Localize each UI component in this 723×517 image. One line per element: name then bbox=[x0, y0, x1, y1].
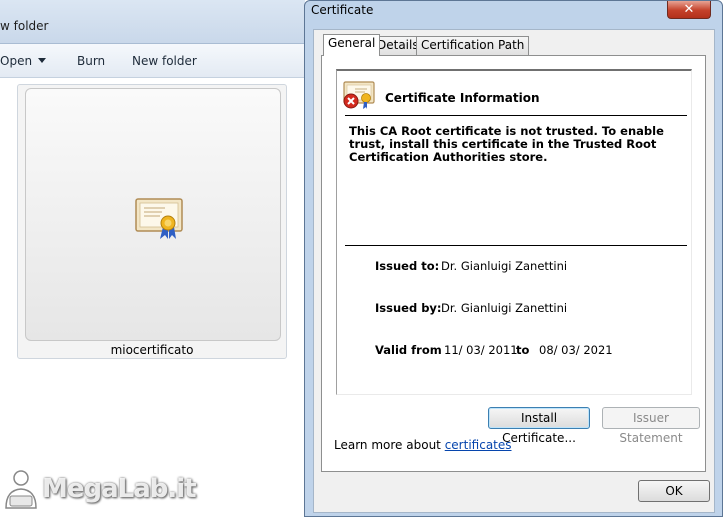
open-button[interactable]: Open bbox=[0, 54, 32, 68]
explorer-window: w folder Open Burn New folder miocertifi… bbox=[0, 0, 305, 517]
divider bbox=[345, 245, 687, 246]
valid-to-value: 08/ 03/ 2021 bbox=[539, 343, 613, 357]
dialog-title: Certificate bbox=[311, 3, 374, 17]
certificate-dialog: Certificate ✕ General Details Certificat… bbox=[304, 0, 723, 517]
certificate-error-icon bbox=[343, 81, 375, 109]
issued-to-value: Dr. Gianluigi Zanettini bbox=[441, 259, 568, 273]
valid-to-label: to bbox=[516, 343, 530, 357]
dialog-titlebar[interactable]: Certificate ✕ bbox=[305, 1, 722, 21]
file-preview bbox=[25, 88, 281, 341]
issued-by-value: Dr. Gianluigi Zanettini bbox=[441, 301, 568, 315]
new-folder-button[interactable]: New folder bbox=[132, 54, 197, 68]
valid-from-value: 11/ 03/ 2011 bbox=[444, 343, 518, 357]
issued-to-label: Issued to: bbox=[375, 259, 440, 273]
watermark: MegaLab.it bbox=[2, 468, 202, 514]
dialog-body: General Details Certification Path Certi… bbox=[313, 29, 715, 513]
file-list: miocertificato bbox=[0, 79, 305, 517]
explorer-titlebar: w folder bbox=[0, 0, 305, 44]
info-heading: Certificate Information bbox=[385, 91, 540, 105]
megalab-logo-icon bbox=[5, 470, 37, 509]
certificate-icon bbox=[135, 198, 183, 239]
install-certificate-button[interactable]: Install Certificate... bbox=[488, 407, 590, 445]
tab-general[interactable]: General bbox=[323, 34, 381, 56]
certificates-link[interactable]: certificates bbox=[445, 438, 512, 452]
close-button[interactable]: ✕ bbox=[667, 1, 711, 19]
divider bbox=[345, 115, 687, 116]
issuer-statement-button[interactable]: Issuer Statement bbox=[602, 407, 700, 445]
trust-warning-text: This CA Root certificate is not trusted.… bbox=[349, 124, 664, 164]
learn-more-prefix: Learn more about bbox=[334, 438, 445, 452]
certificate-info-box: Certificate Information This CA Root cer… bbox=[336, 69, 692, 395]
watermark-text: MegaLab.it bbox=[42, 474, 197, 504]
ok-button[interactable]: OK bbox=[638, 480, 710, 502]
tab-certification-path[interactable]: Certification Path bbox=[416, 36, 530, 55]
close-icon: ✕ bbox=[683, 2, 695, 17]
explorer-toolbar: Open Burn New folder bbox=[0, 44, 305, 78]
learn-more-text: Learn more about certificates bbox=[334, 438, 512, 452]
issued-by-label: Issued by: bbox=[375, 301, 442, 315]
valid-from-label: Valid from bbox=[375, 343, 442, 357]
file-item[interactable]: miocertificato bbox=[17, 84, 287, 359]
file-name: miocertificato bbox=[110, 343, 194, 357]
burn-button[interactable]: Burn bbox=[77, 54, 105, 68]
general-tab-panel: Certificate Information This CA Root cer… bbox=[321, 55, 706, 472]
explorer-title: w folder bbox=[0, 19, 49, 33]
chevron-down-icon[interactable] bbox=[38, 58, 46, 63]
